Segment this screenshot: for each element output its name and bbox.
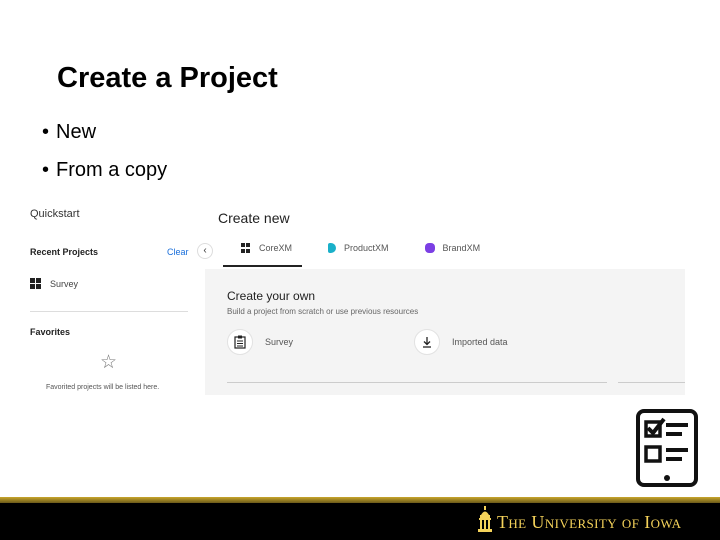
clear-recent-button[interactable]: Clear xyxy=(167,247,189,257)
survey-option[interactable]: Survey xyxy=(227,329,293,355)
option-label: Imported data xyxy=(452,337,508,347)
tab-label: CoreXM xyxy=(259,243,293,253)
tab-brandxm[interactable]: BrandXM xyxy=(424,241,481,255)
divider xyxy=(618,382,685,383)
option-label: Survey xyxy=(265,337,294,347)
recent-project-label: Survey xyxy=(50,278,79,289)
download-icon xyxy=(414,329,440,355)
tab-productxm[interactable]: ProductXM xyxy=(328,241,389,255)
app-screenshot: Quickstart Recent Projects Clear ‹ Surve… xyxy=(0,198,720,398)
quickstart-link[interactable]: Quickstart xyxy=(30,208,80,220)
clipboard-icon xyxy=(227,329,253,355)
old-capitol-icon xyxy=(478,506,492,532)
favorites-heading: Favorites xyxy=(30,327,71,337)
favorites-empty-text: Favorited projects will be listed here. xyxy=(46,384,160,391)
tab-label: ProductXM xyxy=(344,243,389,253)
checklist-tablet-icon xyxy=(636,409,698,487)
brand-icon xyxy=(424,243,435,253)
imported-data-option[interactable]: Imported data xyxy=(414,329,508,355)
product-icon xyxy=(328,243,337,253)
tab-label: BrandXM xyxy=(442,243,481,253)
right-panel: Create new CoreXM ProductXM BrandXM Crea… xyxy=(205,198,685,398)
bullet-new: New xyxy=(42,120,167,158)
create-new-heading: Create new xyxy=(218,210,290,226)
bullet-from-copy: From a copy xyxy=(42,158,167,196)
card-subtitle: Build a project from scratch or use prev… xyxy=(227,307,419,316)
divider xyxy=(227,382,607,383)
card-title: Create your own xyxy=(227,289,316,303)
slide-title: Create a Project xyxy=(57,62,278,94)
tab-corexm[interactable]: CoreXM xyxy=(222,241,303,267)
divider xyxy=(30,311,188,312)
university-name: The University of Iowa xyxy=(497,512,682,532)
grid-icon xyxy=(30,278,41,289)
footer-bar: The University of Iowa xyxy=(0,497,720,540)
left-panel: Quickstart Recent Projects Clear ‹ Surve… xyxy=(30,198,213,398)
recent-project-item[interactable]: Survey xyxy=(30,278,78,289)
recent-projects-heading: Recent Projects xyxy=(30,247,99,257)
product-tabs: CoreXM ProductXM BrandXM xyxy=(222,241,516,267)
bullet-list: New From a copy xyxy=(42,120,167,196)
star-icon: ☆ xyxy=(100,352,118,373)
create-your-own-card: Create your own Build a project from scr… xyxy=(205,269,685,395)
footer-gold-stripe xyxy=(0,497,720,503)
grid-icon xyxy=(241,243,251,253)
